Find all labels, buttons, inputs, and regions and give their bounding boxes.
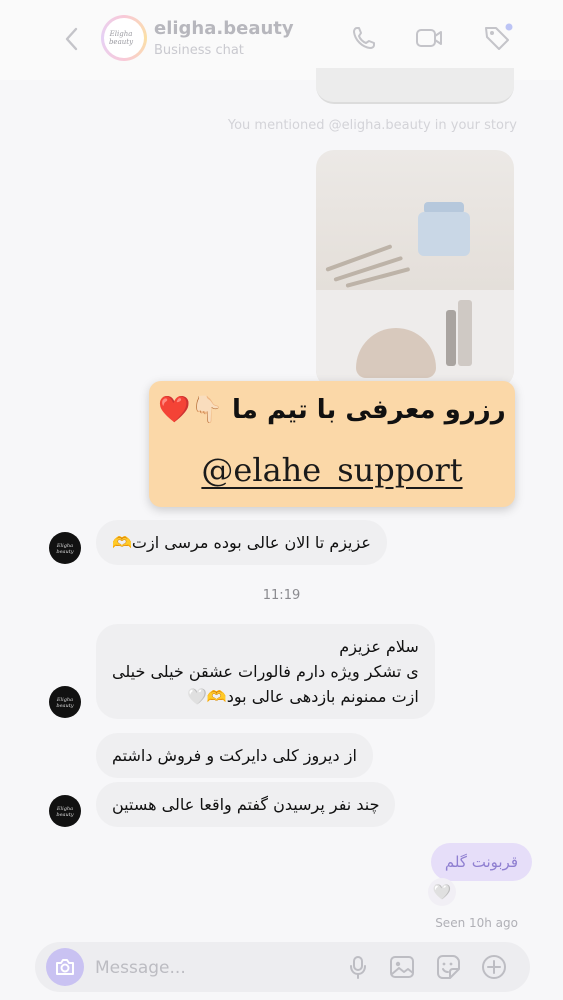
message-text: از دیروز کلی دایرکت و فروش داشتم bbox=[112, 746, 357, 765]
avatar-logo: Eligha beauty bbox=[108, 30, 134, 46]
heart-reaction-icon[interactable]: 🤍 bbox=[428, 878, 456, 906]
banner-text: رزرو معرفی با تیم ما 👇🏻❤️ bbox=[158, 395, 506, 425]
message-line: ی تشکر ویژه دارم فالورات عشقن خیلی خیلی bbox=[112, 662, 419, 681]
message-bubble[interactable]: چند نفر پرسیدن گفتم واقعا عالی هستین bbox=[96, 782, 396, 827]
story-jar bbox=[418, 212, 470, 256]
message-text: عزیزم تا الان عالی بوده مرسی ازت🫶 bbox=[112, 533, 371, 552]
story-banner: رزرو معرفی با تیم ما 👇🏻❤️ @elahe_support bbox=[149, 381, 515, 507]
phone-icon[interactable] bbox=[348, 22, 380, 54]
message-text: قربونت گلم bbox=[444, 853, 518, 871]
story-brush bbox=[325, 244, 393, 272]
chat-subtitle: Business chat bbox=[154, 43, 244, 58]
message-bubble[interactable]: سلام عزیزم ی تشکر ویژه دارم فالورات عشقن… bbox=[96, 624, 435, 719]
camera-button[interactable] bbox=[46, 948, 84, 986]
back-chevron-icon[interactable] bbox=[58, 22, 86, 56]
video-icon[interactable] bbox=[413, 22, 445, 54]
sender-avatar[interactable]: Eligha beauty bbox=[49, 686, 81, 718]
banner-handle[interactable]: @elahe_support bbox=[149, 451, 515, 489]
plus-icon[interactable] bbox=[480, 953, 508, 981]
message-line: سلام عزیزم bbox=[339, 637, 419, 656]
camera-icon bbox=[56, 959, 74, 975]
story-tube bbox=[458, 300, 472, 366]
gallery-icon[interactable] bbox=[388, 953, 416, 981]
message-text: چند نفر پرسیدن گفتم واقعا عالی هستین bbox=[112, 795, 380, 814]
message-line: ازت ممنونم بازدهی عالی بود🫶🤍 bbox=[186, 687, 419, 706]
chat-screen: Eligha beauty eligha.beauty Business cha… bbox=[0, 0, 563, 1000]
previous-media-message[interactable] bbox=[316, 68, 514, 104]
profile-avatar[interactable]: Eligha beauty bbox=[101, 15, 147, 61]
chat-title[interactable]: eligha.beauty bbox=[154, 18, 294, 39]
tag-icon[interactable] bbox=[481, 22, 513, 54]
seen-status: Seen 10h ago bbox=[435, 916, 518, 930]
story-mention-note: You mentioned @eligha.beauty in your sto… bbox=[227, 118, 517, 133]
sticker-icon[interactable] bbox=[434, 953, 462, 981]
story-preview[interactable] bbox=[316, 150, 514, 388]
message-input[interactable] bbox=[95, 956, 325, 980]
sender-avatar[interactable]: Eligha beauty bbox=[49, 795, 81, 827]
microphone-icon[interactable] bbox=[344, 953, 372, 981]
outgoing-message-bubble[interactable]: قربونت گلم bbox=[430, 843, 532, 881]
sender-avatar[interactable]: Eligha beauty bbox=[49, 532, 81, 564]
timestamp: 11:19 bbox=[262, 588, 301, 603]
story-tube bbox=[446, 310, 456, 366]
message-bubble[interactable]: عزیزم تا الان عالی بوده مرسی ازت🫶 bbox=[96, 520, 387, 565]
message-bubble[interactable]: از دیروز کلی دایرکت و فروش داشتم bbox=[96, 733, 373, 778]
